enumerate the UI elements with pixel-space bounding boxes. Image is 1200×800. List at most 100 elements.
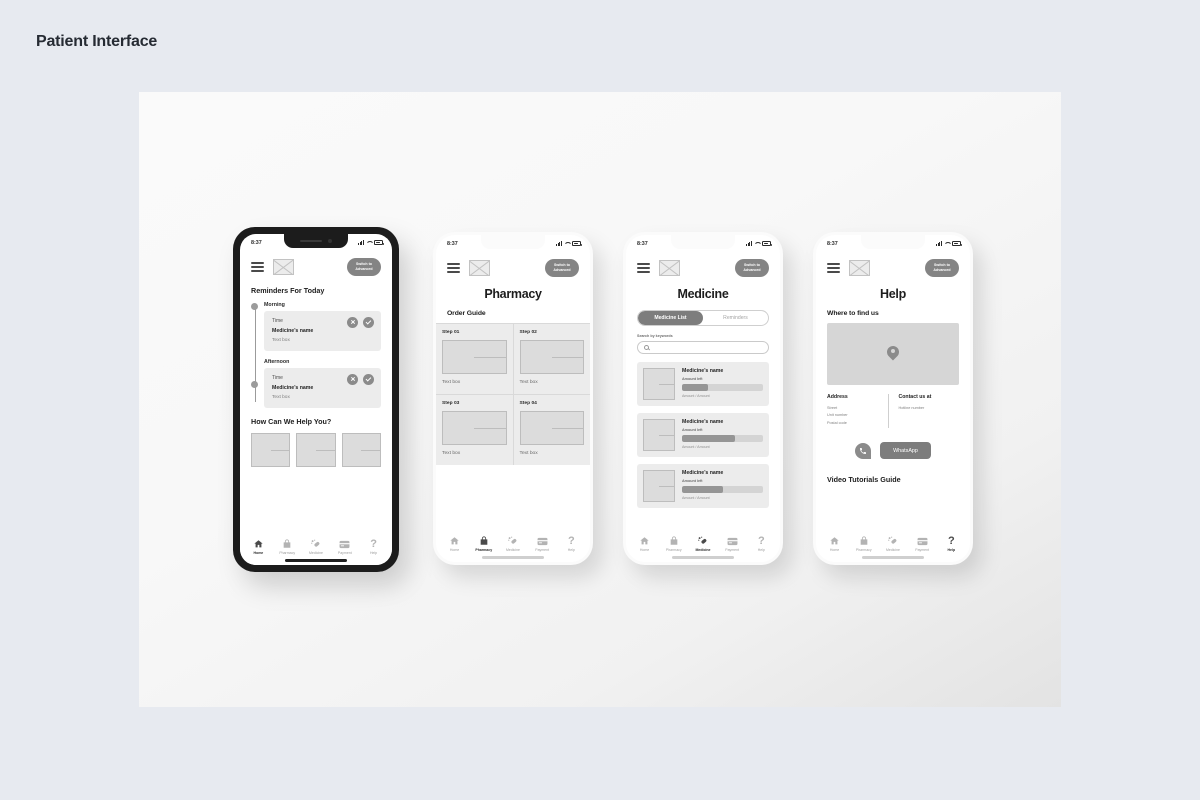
step-image-placeholder (442, 410, 507, 445)
menu-icon[interactable] (251, 261, 264, 272)
dismiss-icon[interactable] (347, 316, 358, 328)
nav-label: Payment (535, 548, 550, 553)
medicine-name: Medicine's name (682, 418, 724, 425)
amount-progress-bar (682, 383, 763, 391)
battery-icon (572, 241, 582, 246)
nav-item-medicine[interactable]: Medicine (879, 536, 907, 552)
step-label: Step 01 (442, 329, 460, 335)
status-icons (555, 241, 582, 246)
switch-to-advanced-button[interactable]: Switch to Advanced (925, 259, 959, 277)
reminder-name: Medicine's name (272, 327, 314, 334)
screen-title: Pharmacy (484, 286, 542, 301)
medicine-body: Medicine List Reminders Search by keywor… (626, 309, 780, 508)
nav-item-home[interactable]: Home (441, 536, 469, 552)
timeline-dot (251, 302, 258, 310)
nav-item-pharmacy[interactable]: Pharmacy (850, 536, 878, 552)
home-indicator (285, 558, 347, 562)
nav-item-help[interactable]: ? Help (557, 535, 585, 553)
nav-item-medicine[interactable]: Medicine (302, 539, 329, 555)
nav-item-pharmacy[interactable]: Pharmacy (660, 536, 688, 553)
switch-to-advanced-button[interactable]: Switch to Advanced (347, 258, 381, 276)
step-card[interactable]: Step 03 Text box (436, 394, 513, 465)
help-heading: How Can We Help You? (251, 416, 332, 426)
card-icon (339, 539, 350, 550)
nav-label: Payment (337, 551, 352, 556)
home-icon (639, 536, 650, 547)
nav-label: Help (567, 548, 575, 553)
phone-pharmacy: 8:37 Switch to Advanced Pharmacy Order G… (433, 232, 593, 565)
switch-to-advanced-button[interactable]: Switch to Advanced (545, 259, 579, 277)
nav-item-help[interactable]: ? Help (937, 535, 965, 552)
menu-icon[interactable] (827, 262, 840, 273)
tab-reminders[interactable]: Reminders (703, 311, 768, 325)
medicine-list: Medicine's name Amount left Amount / Amo… (637, 361, 769, 508)
find-us-heading: Where to find us (827, 309, 879, 317)
nav-item-payment[interactable]: Payment (908, 536, 936, 553)
nav-item-payment[interactable]: Payment (528, 536, 556, 553)
medicine-card[interactable]: Medicine's name Amount left Amount / Amo… (637, 412, 769, 457)
battery-icon (952, 241, 962, 246)
nav-item-payment[interactable]: Payment (331, 539, 358, 556)
slot-label-afternoon: Afternoon (264, 358, 290, 365)
menu-icon[interactable] (637, 262, 650, 273)
nav-item-help[interactable]: ? Help (747, 535, 775, 552)
dismiss-icon[interactable] (347, 373, 358, 385)
nav-item-help[interactable]: ? Help (360, 537, 387, 555)
step-card[interactable]: Step 01 Text box (436, 323, 513, 394)
nav-label: Payment (915, 548, 930, 553)
medicine-image-placeholder (643, 367, 675, 400)
logo-placeholder-icon (469, 259, 490, 276)
map-placeholder[interactable] (827, 322, 959, 385)
help-tile[interactable] (296, 432, 336, 467)
pills-icon (887, 536, 898, 547)
confirm-icon[interactable] (363, 316, 374, 328)
medicine-image-placeholder (643, 418, 675, 451)
battery-icon (762, 241, 772, 246)
bag-icon (859, 536, 869, 547)
home-icon (449, 536, 460, 547)
phone-screen-help: 8:37 Switch to Advanced Help Where to fi… (816, 235, 970, 562)
tab-medicine-list[interactable]: Medicine List (638, 310, 703, 325)
amount-progress-fill (682, 383, 708, 391)
medicine-card[interactable]: Medicine's name Amount left Amount / Amo… (637, 463, 769, 508)
nav-item-home[interactable]: Home (631, 536, 659, 552)
reminder-actions (347, 373, 374, 385)
nav-item-home[interactable]: Home (821, 536, 849, 553)
nav-item-pharmacy[interactable]: Pharmacy (470, 536, 498, 552)
card-icon (537, 536, 548, 547)
status-bar: 8:37 (816, 235, 970, 250)
bag-icon (479, 536, 489, 547)
status-icons (745, 241, 772, 246)
nav-label: Home (829, 548, 840, 553)
menu-icon[interactable] (447, 262, 460, 273)
search-input[interactable] (637, 340, 769, 354)
switch-to-advanced-button[interactable]: Switch to Advanced (735, 259, 769, 277)
nav-item-home[interactable]: Home (245, 539, 272, 555)
whatsapp-button[interactable]: WhatsApp (880, 442, 931, 460)
notch (481, 235, 545, 249)
step-card[interactable]: Step 04 Text box (513, 394, 590, 465)
question-icon: ? (370, 537, 377, 550)
home-indicator (862, 555, 924, 559)
status-time: 8:37 (637, 240, 648, 247)
phone-help: 8:37 Switch to Advanced Help Where to fi… (813, 232, 973, 565)
step-image-placeholder (519, 410, 584, 445)
confirm-icon[interactable] (363, 373, 374, 385)
phone-icon[interactable] (855, 442, 872, 459)
contact-line: Hotline number (898, 405, 925, 410)
medicine-card[interactable]: Medicine's name Amount left Amount / Amo… (637, 361, 769, 406)
notch (861, 235, 925, 249)
help-tile[interactable] (251, 432, 291, 467)
step-card[interactable]: Step 02 Text box (513, 323, 590, 394)
nav-item-medicine[interactable]: Medicine (499, 536, 527, 552)
reminder-card[interactable]: Time Medicine's name Text box (264, 367, 381, 408)
nav-item-medicine[interactable]: Medicine (689, 536, 717, 552)
phone-home: 8:37 Switch to Advanced Reminders For To… (233, 227, 399, 572)
reminder-card[interactable]: Time Medicine's name Text box (264, 310, 381, 351)
step-text: Text box (442, 450, 461, 456)
nav-item-pharmacy[interactable]: Pharmacy (274, 539, 301, 555)
notch (284, 234, 348, 248)
nav-item-payment[interactable]: Payment (718, 536, 746, 552)
nav-label: Pharmacy (665, 548, 682, 553)
help-tile[interactable] (341, 432, 381, 467)
